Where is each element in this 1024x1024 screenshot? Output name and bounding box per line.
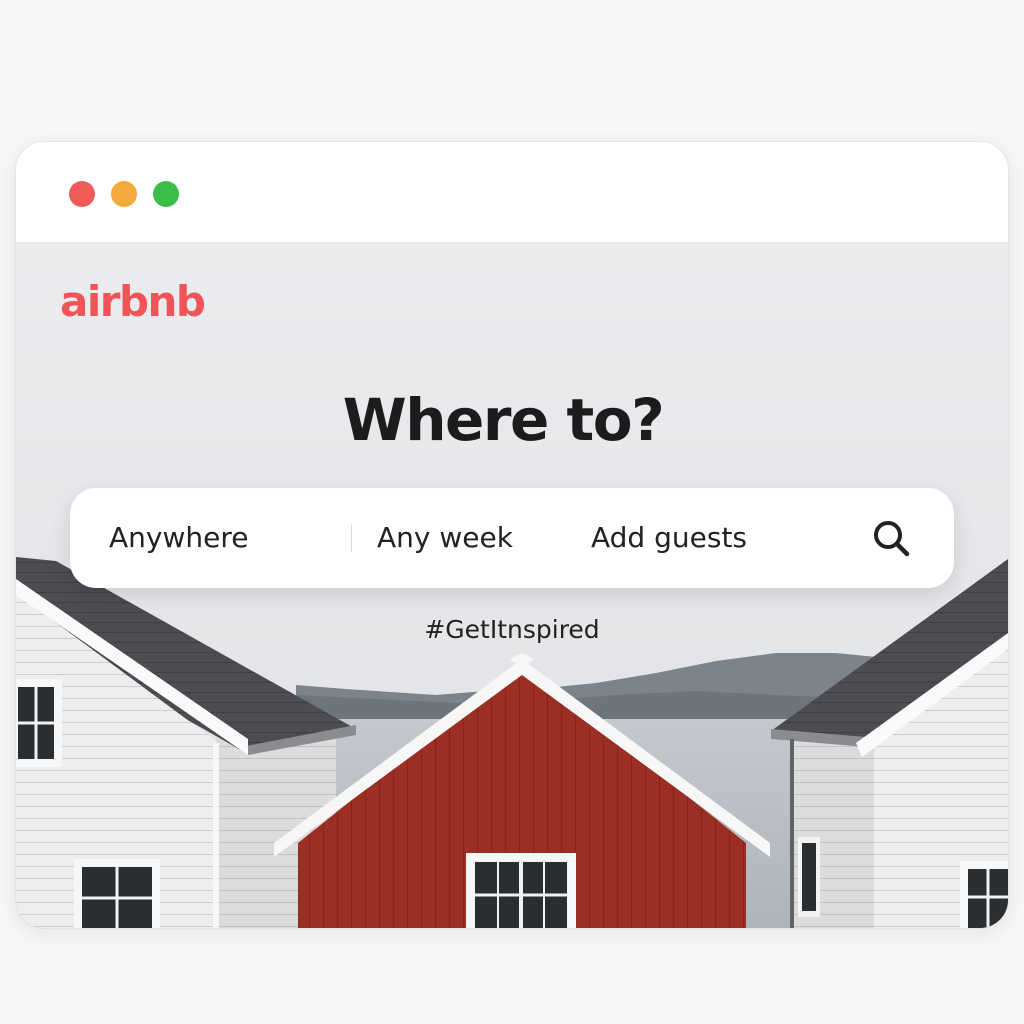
search-where-field[interactable]: Anywhere xyxy=(109,521,248,555)
window-titlebar xyxy=(16,142,1008,243)
search-button[interactable] xyxy=(869,516,913,560)
search-icon xyxy=(874,521,910,557)
browser-window: airbnb Where to? Anywhere Any week Add g… xyxy=(16,142,1008,928)
search-bar: Anywhere Any week Add guests xyxy=(70,488,954,588)
hero-headline: Where to? xyxy=(342,386,665,454)
airbnb-logo[interactable]: airbnb xyxy=(60,281,206,323)
search-divider xyxy=(351,524,352,552)
minimize-window-button[interactable] xyxy=(111,181,137,207)
close-window-button[interactable] xyxy=(69,181,95,207)
maximize-window-button[interactable] xyxy=(153,181,179,207)
search-guests-field[interactable]: Add guests xyxy=(591,521,747,555)
search-when-field[interactable]: Any week xyxy=(377,521,513,555)
inspiration-hashtag[interactable]: #GetItnspired xyxy=(16,615,1008,645)
hero-section: airbnb Where to? Anywhere Any week Add g… xyxy=(16,243,1008,928)
